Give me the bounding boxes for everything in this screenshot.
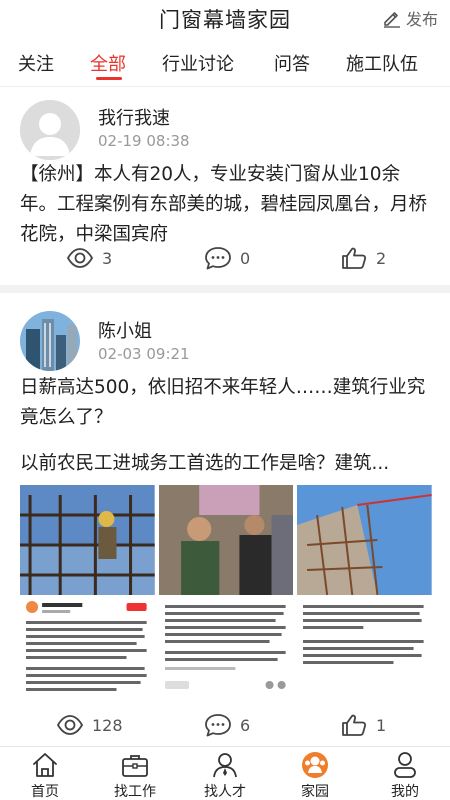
like-count-value: 2 <box>376 248 387 268</box>
bottom-navigation: 首页 找工作 找人才 家园 我的 <box>0 746 450 800</box>
comment-button[interactable]: 0 <box>204 246 250 270</box>
post-image[interactable] <box>20 485 155 707</box>
view-count-value: 128 <box>92 715 123 735</box>
migrant-workers-photo <box>158 485 294 707</box>
tab-industry-discussion[interactable]: 行业讨论 <box>162 50 234 76</box>
tab-construction-teams[interactable]: 施工队伍 <box>346 50 418 76</box>
post-author[interactable]: 我行我速 <box>98 104 170 130</box>
comment-icon <box>205 714 231 737</box>
comment-count-value: 0 <box>240 248 251 268</box>
eye-icon <box>56 715 84 735</box>
nav-find-job[interactable]: 找工作 <box>100 751 170 800</box>
comment-count-value: 6 <box>240 715 251 735</box>
comment-icon <box>205 247 231 270</box>
post-divider <box>0 285 450 293</box>
tab-follow[interactable]: 关注 <box>18 50 54 76</box>
post-author[interactable]: 陈小姐 <box>98 317 152 343</box>
publish-label: 发布 <box>405 10 438 29</box>
default-avatar-icon <box>20 100 80 160</box>
tab-all[interactable]: 全部 <box>90 50 126 76</box>
nav-profile[interactable]: 我的 <box>370 751 440 800</box>
nav-find-job-label: 找工作 <box>114 784 156 800</box>
active-tab-indicator <box>96 77 122 80</box>
post-image[interactable] <box>158 485 294 707</box>
thumbs-up-icon <box>342 714 367 736</box>
avatar[interactable] <box>20 311 80 371</box>
post-time: 02-03 09:21 <box>98 345 190 363</box>
nav-community[interactable]: 家园 <box>280 751 350 800</box>
briefcase-icon <box>122 755 148 777</box>
nav-home[interactable]: 首页 <box>10 751 80 800</box>
post-content[interactable]: 日薪高达500，依旧招不来年轻人……建筑行业究竟怎么了？ <box>20 373 436 433</box>
scaffold-worker-photo <box>20 485 155 707</box>
nav-profile-label: 我的 <box>391 784 419 800</box>
like-button[interactable]: 1 <box>340 713 386 737</box>
view-count: 128 <box>56 713 123 737</box>
like-count-value: 1 <box>376 715 387 735</box>
category-tabs: 关注 全部 行业讨论 问答 施工队伍 <box>0 42 450 86</box>
post-stats: 128 6 1 <box>0 713 450 743</box>
thumbs-up-icon <box>342 247 367 269</box>
post-image-grid <box>20 485 433 707</box>
post-card[interactable]: 我行我速 02-19 08:38 【徐州】本人有20人，专业安装门窗从业10余年… <box>0 88 450 284</box>
pen-icon <box>383 12 400 28</box>
post-stats: 3 0 2 <box>0 246 450 276</box>
nav-find-talent-label: 找人才 <box>204 784 246 800</box>
avatar[interactable] <box>20 100 80 160</box>
profile-icon <box>394 752 416 778</box>
post-content[interactable]: 【徐州】本人有20人，专业安装门窗从业10余年。工程案例有东部美的城，碧桂园凤凰… <box>20 160 436 250</box>
post-image[interactable] <box>297 485 433 707</box>
comment-button[interactable]: 6 <box>204 713 250 737</box>
eye-icon <box>66 248 94 268</box>
home-icon <box>33 753 57 777</box>
tab-qa[interactable]: 问答 <box>274 50 310 76</box>
construction-site-photo <box>297 485 433 707</box>
nav-home-label: 首页 <box>31 784 59 800</box>
post-time: 02-19 08:38 <box>98 132 190 150</box>
post-content-preview[interactable]: 以前农民工进城务工首选的工作是啥？建筑... <box>20 449 436 479</box>
person-search-icon <box>213 753 237 778</box>
app-header: 门窗幕墙家园 发布 <box>0 0 450 36</box>
community-icon <box>302 752 328 778</box>
like-button[interactable]: 2 <box>340 246 386 270</box>
post-card[interactable]: 陈小姐 02-03 09:21 日薪高达500，依旧招不来年轻人……建筑行业究竟… <box>0 293 450 746</box>
tabs-divider <box>0 86 450 87</box>
nav-find-talent[interactable]: 找人才 <box>190 751 260 800</box>
view-count-value: 3 <box>102 248 113 268</box>
view-count: 3 <box>66 246 112 270</box>
nav-community-label: 家园 <box>301 784 329 800</box>
publish-button[interactable]: 发布 <box>382 6 438 30</box>
city-avatar-image <box>20 311 80 371</box>
